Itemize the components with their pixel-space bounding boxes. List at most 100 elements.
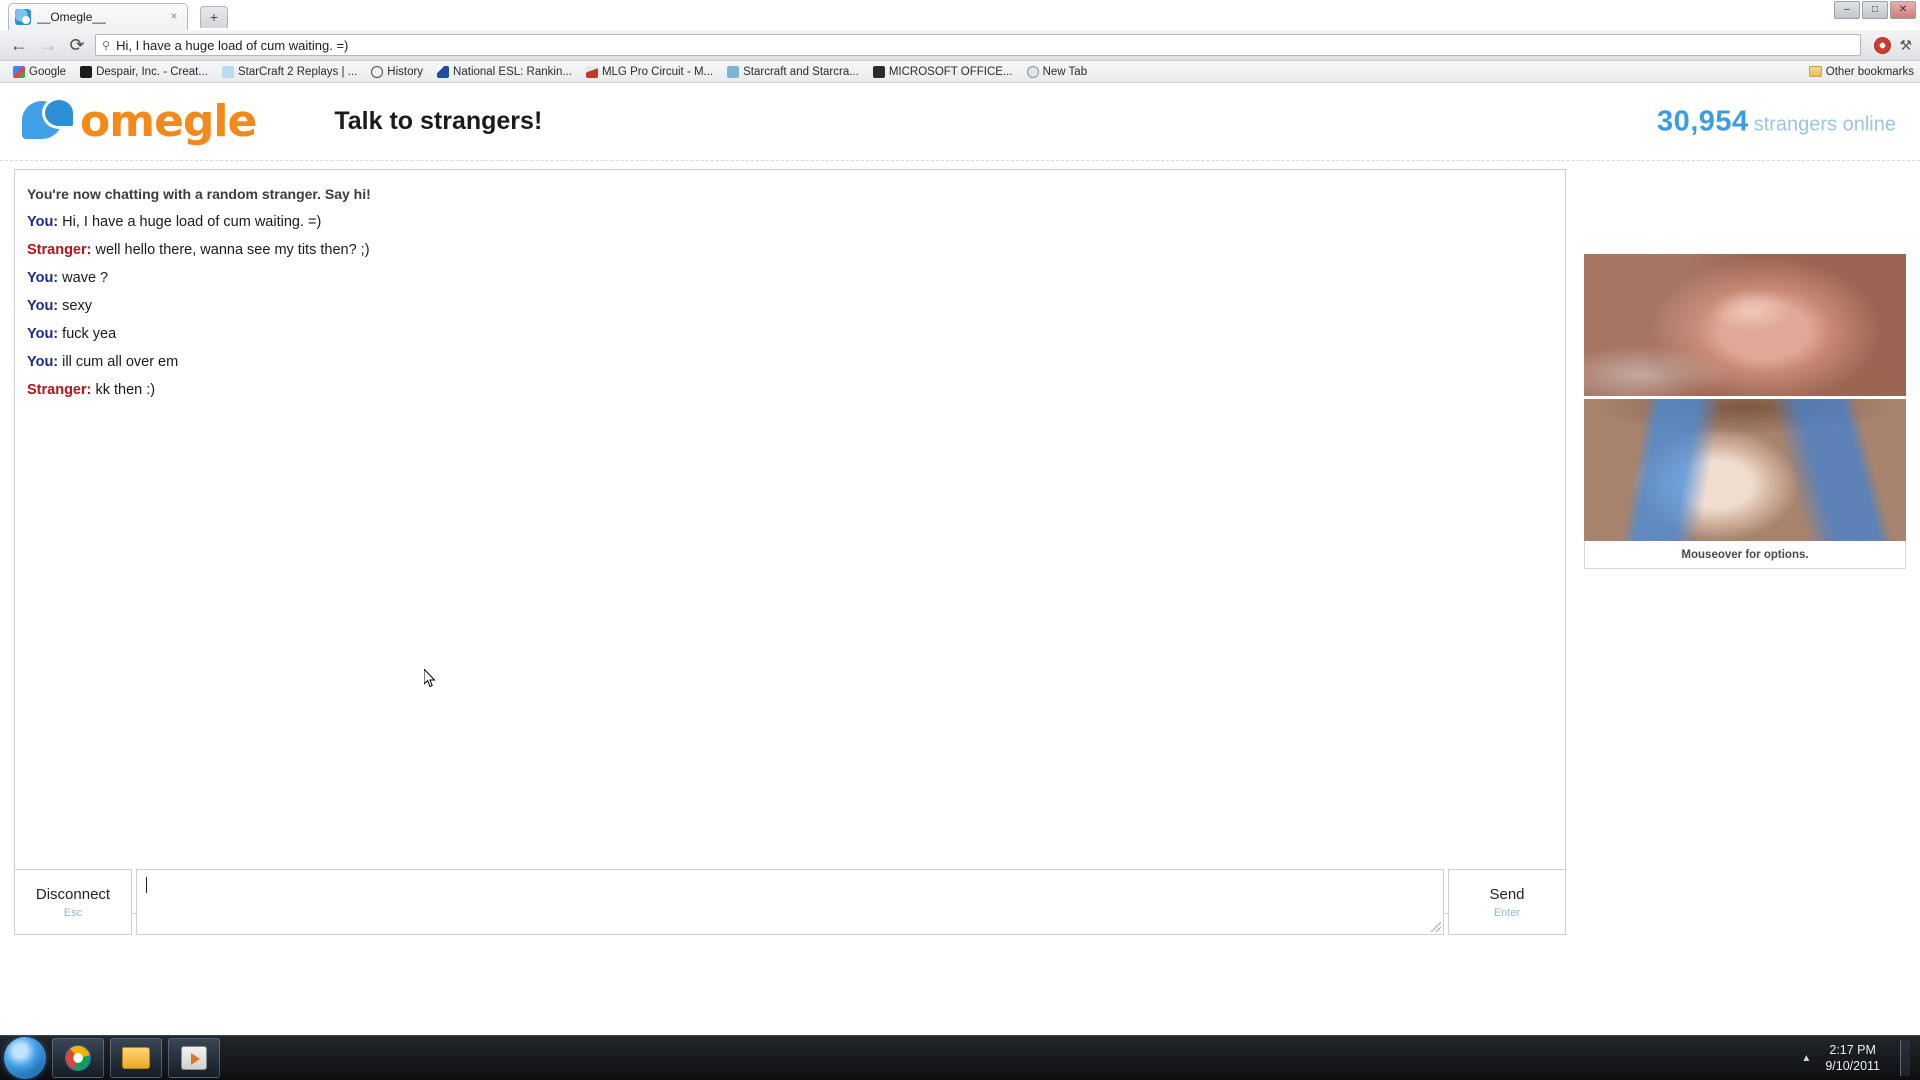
resize-handle[interactable] <box>1431 922 1441 932</box>
chat-message: You: wave ? <box>27 264 1553 292</box>
clock-date: 9/10/2011 <box>1825 1059 1880 1073</box>
chat-author: You: <box>27 270 59 286</box>
bookmark-item[interactable]: MLG Pro Circuit - M... <box>579 65 720 78</box>
chat-text: well hello there, wanna see my tits then… <box>95 242 370 258</box>
other-bookmarks-label: Other bookmarks <box>1825 65 1914 78</box>
chat-author: You: <box>27 298 59 314</box>
chat-message: Stranger: kk then :) <box>27 376 1553 404</box>
reload-icon[interactable]: ⟳ <box>66 34 88 56</box>
clock-time: 2:17 PM <box>1829 1043 1876 1057</box>
maximize-button[interactable]: □ <box>1862 1 1888 19</box>
send-shortcut: Enter <box>1493 906 1521 919</box>
bookmark-item[interactable]: Despair, Inc. - Creat... <box>73 65 215 78</box>
window-controls: – □ ✕ <box>1834 1 1916 19</box>
tab-strip-background <box>0 0 1920 30</box>
chat-text: sexy <box>62 298 92 314</box>
omegle-page: omegle Talk to strangers! 30,954 stranger… <box>0 83 1920 945</box>
stranger-video-thumbnail-bottom[interactable] <box>1584 399 1906 541</box>
chat-message: You: Hi, I have a huge load of cum waiti… <box>27 208 1553 236</box>
omegle-logo[interactable]: omegle <box>22 96 257 147</box>
chat-text: Hi, I have a huge load of cum waiting. =… <box>62 214 322 230</box>
stranger-video-thumbnail-top[interactable] <box>1584 254 1906 396</box>
browser-toolbar: ← → ⟳ ⚲ Hi, I have a huge load of cum wa… <box>0 30 1920 61</box>
globe-icon <box>1026 65 1039 78</box>
bookmark-item[interactable]: MICROSOFT OFFICE... <box>866 65 1020 78</box>
bookmark-favicon-icon <box>80 65 93 78</box>
bookmark-label: History <box>387 65 424 78</box>
bookmark-label: StarCraft 2 Replays | ... <box>237 65 358 78</box>
folder-icon <box>1808 66 1822 77</box>
close-icon[interactable]: × <box>167 10 181 24</box>
chat-author: Stranger: <box>27 242 92 258</box>
bookmark-favicon-icon <box>585 65 598 78</box>
chat-text: wave ? <box>62 270 109 286</box>
windows-taskbar: ▲ 2:17 PM 9/10/2011 <box>0 1035 1920 1080</box>
system-tray: ▲ 2:17 PM 9/10/2011 <box>1801 1040 1920 1076</box>
forward-icon[interactable]: → <box>37 34 59 56</box>
new-tab-button[interactable]: + <box>200 6 228 28</box>
bookmark-label: MLG Pro Circuit - M... <box>601 65 714 78</box>
omegle-header: omegle Talk to strangers! 30,954 stranger… <box>0 83 1920 161</box>
send-label: Send <box>1489 885 1525 903</box>
chat-text: kk then :) <box>95 382 156 398</box>
bookmark-favicon-icon <box>13 65 25 78</box>
bookmarks-bar: Google Despair, Inc. - Creat... StarCraf… <box>0 61 1920 83</box>
bookmark-label: Starcraft and Starcra... <box>743 65 859 78</box>
back-icon[interactable]: ← <box>8 34 30 56</box>
address-bar[interactable]: ⚲ Hi, I have a huge load of cum waiting.… <box>95 34 1862 56</box>
tab-title: __Omegle__ <box>37 10 106 24</box>
chat-author: You: <box>27 354 59 370</box>
bookmark-item[interactable]: New Tab <box>1020 65 1095 78</box>
chat-message: You: sexy <box>27 292 1553 320</box>
show-desktop-button[interactable] <box>1900 1040 1910 1076</box>
chat-author: You: <box>27 326 59 342</box>
page-title: Talk to strangers! <box>334 107 543 135</box>
bookmark-item[interactable]: Google <box>6 65 73 78</box>
other-bookmarks-button[interactable]: Other bookmarks <box>1808 65 1914 78</box>
chat-author: Stranger: <box>27 382 92 398</box>
address-bar-value: Hi, I have a huge load of cum waiting. =… <box>116 37 349 53</box>
taskbar-item-chrome[interactable] <box>52 1038 104 1078</box>
online-count-label: strangers online <box>1753 113 1896 135</box>
bookmark-label: New Tab <box>1042 65 1088 78</box>
toolbar-right-group: ⚒ <box>1868 36 1912 54</box>
bookmark-label: National ESL: Rankin... <box>453 65 572 78</box>
bookmark-item[interactable]: Starcraft and Starcra... <box>720 65 866 78</box>
bookmark-favicon-icon <box>221 65 234 78</box>
chat-system-message: You're now chatting with a random strang… <box>27 186 371 202</box>
bookmark-item[interactable]: National ESL: Rankin... <box>430 65 579 78</box>
bookmark-item[interactable]: StarCraft 2 Replays | ... <box>215 65 364 78</box>
minimize-button[interactable]: – <box>1834 1 1860 19</box>
profile-icon[interactable] <box>1874 36 1892 54</box>
message-input[interactable] <box>136 869 1444 935</box>
show-hidden-icons-icon[interactable]: ▲ <box>1801 1053 1811 1064</box>
browser-tab-omegle[interactable]: __Omegle__ × <box>8 3 188 30</box>
chat-controls: Disconnect Esc Send Enter <box>14 869 1566 935</box>
start-button[interactable] <box>4 1037 46 1079</box>
chat-message: You: fuck yea <box>27 320 1553 348</box>
strangers-online-counter: 30,954 strangers online <box>1657 105 1896 138</box>
taskbar-item-explorer[interactable] <box>110 1038 162 1078</box>
send-button[interactable]: Send Enter <box>1448 869 1566 935</box>
disconnect-shortcut: Esc <box>63 906 83 919</box>
chat-log[interactable]: You're now chatting with a random strang… <box>14 169 1566 914</box>
disconnect-label: Disconnect <box>35 885 111 903</box>
media-player-icon <box>181 1046 207 1070</box>
browser-window: __Omegle__ × + – □ ✕ ← → ⟳ ⚲ Hi, I have … <box>0 0 1920 1035</box>
disconnect-button[interactable]: Disconnect Esc <box>14 869 132 935</box>
taskbar-item-player[interactable] <box>168 1038 220 1078</box>
mouse-cursor <box>424 669 436 688</box>
mouseover-options-bar[interactable]: Mouseover for options. <box>1584 541 1906 569</box>
bookmark-item[interactable]: History <box>364 65 430 78</box>
window-close-button[interactable]: ✕ <box>1890 1 1916 19</box>
taskbar-clock[interactable]: 2:17 PM 9/10/2011 <box>1825 1042 1880 1074</box>
wrench-menu-icon[interactable]: ⚒ <box>1899 37 1912 54</box>
bookmark-favicon-icon <box>727 65 740 78</box>
omegle-favicon-icon <box>15 9 31 25</box>
clock-icon <box>371 65 384 78</box>
bookmark-favicon-icon <box>872 65 885 78</box>
bookmark-label: Despair, Inc. - Creat... <box>96 65 208 78</box>
bookmark-favicon-icon <box>437 65 450 78</box>
bookmark-label: MICROSOFT OFFICE... <box>888 65 1013 78</box>
chat-message: Stranger: well hello there, wanna see my… <box>27 236 1553 264</box>
